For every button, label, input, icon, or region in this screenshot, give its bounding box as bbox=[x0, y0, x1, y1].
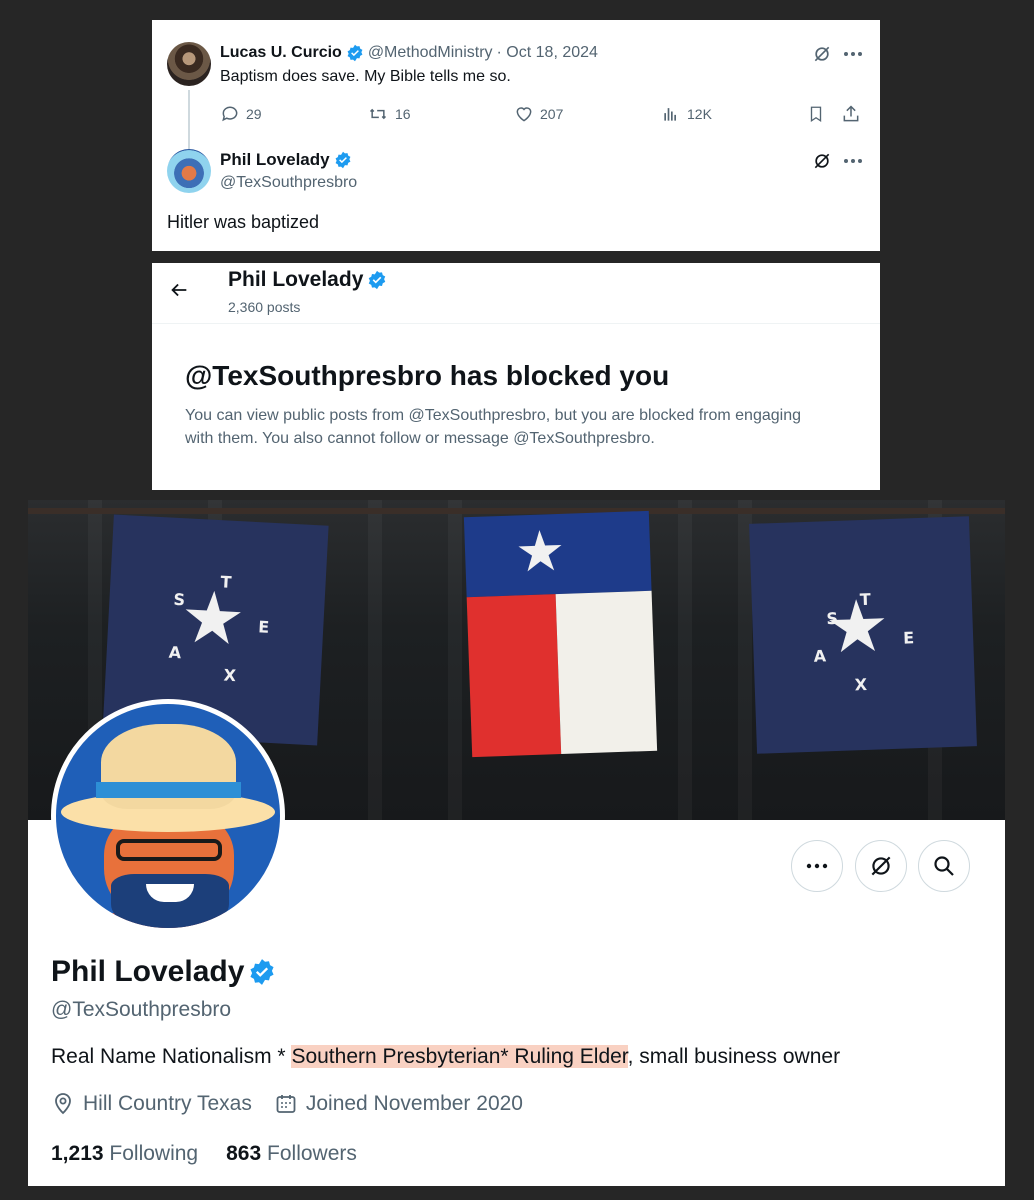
flag-letter: X bbox=[223, 665, 237, 686]
blocked-profile-header: Phil Lovelady bbox=[228, 268, 391, 292]
profile-avatar[interactable] bbox=[51, 699, 285, 933]
bio-prefix: Real Name Nationalism * bbox=[51, 1045, 292, 1068]
share-icon[interactable] bbox=[841, 104, 861, 124]
views-count: 12K bbox=[687, 106, 712, 122]
bookmark-icon[interactable] bbox=[806, 104, 826, 124]
grok-icon bbox=[871, 856, 891, 876]
lucas-avatar[interactable] bbox=[167, 42, 211, 86]
retweet-button[interactable]: 16 bbox=[367, 104, 411, 124]
posts-count: 2,360 posts bbox=[228, 299, 301, 315]
profile-name: Phil Lovelady bbox=[51, 955, 245, 988]
blocked-notice-panel: Phil Lovelady 2,360 posts @TexSouthpresb… bbox=[152, 263, 880, 490]
followers-label: Followers bbox=[267, 1142, 357, 1165]
verified-badge-icon bbox=[335, 151, 351, 169]
following-count: 1,213 bbox=[51, 1142, 104, 1165]
star-flag-right: ★ T E X A S bbox=[749, 516, 977, 754]
bio-highlight: Southern Presbyterian* Ruling Elder bbox=[291, 1045, 628, 1068]
back-arrow-icon[interactable] bbox=[168, 279, 190, 301]
grok-icon[interactable] bbox=[812, 44, 832, 64]
follow-stats: 1,213 Following 863 Followers bbox=[51, 1142, 357, 1166]
flag-letter: X bbox=[854, 674, 868, 695]
verified-badge-icon[interactable] bbox=[248, 958, 276, 986]
following-link[interactable]: 1,213 Following bbox=[51, 1142, 198, 1166]
profile-bio: Real Name Nationalism * Southern Presbyt… bbox=[51, 1045, 840, 1069]
search-button[interactable] bbox=[918, 840, 970, 892]
curtain-rod bbox=[28, 508, 1005, 514]
reply-icon bbox=[222, 106, 238, 122]
location-icon bbox=[55, 1093, 71, 1115]
bio-suffix: , small business owner bbox=[627, 1045, 841, 1068]
following-label: Following bbox=[109, 1142, 199, 1165]
verified-badge-icon bbox=[347, 44, 363, 62]
reply-count: 29 bbox=[246, 106, 262, 122]
blocked-profile-name: Phil Lovelady bbox=[228, 268, 364, 291]
tweet-author-name[interactable]: Lucas U. Curcio bbox=[220, 44, 342, 62]
more-button[interactable] bbox=[791, 840, 843, 892]
flag-letter: S bbox=[173, 589, 186, 610]
profile-handle: @TexSouthpresbro bbox=[51, 998, 232, 1021]
flag-letter: T bbox=[220, 572, 232, 592]
reply-button[interactable]: 29 bbox=[220, 104, 262, 124]
star-icon: ★ bbox=[514, 518, 567, 586]
views-icon bbox=[664, 108, 676, 121]
profile-panel: ★ T E X A S ★ ★ T E X A S Phil Lovelady … bbox=[28, 500, 1005, 1186]
search-icon bbox=[934, 856, 954, 876]
followers-count: 863 bbox=[226, 1142, 262, 1165]
tweet-author-handle[interactable]: @MethodMinistry bbox=[368, 44, 493, 62]
profile-meta: Hill Country Texas Joined November 2020 bbox=[51, 1092, 523, 1116]
profile-name-row: Phil Lovelady bbox=[51, 955, 280, 989]
phil-avatar-small[interactable] bbox=[167, 149, 211, 193]
grok-icon[interactable] bbox=[812, 151, 832, 171]
retweet-count: 16 bbox=[395, 106, 411, 122]
like-count: 207 bbox=[540, 106, 564, 122]
views-button[interactable]: 12K bbox=[661, 104, 712, 124]
reply-author-name[interactable]: Phil Lovelady bbox=[220, 150, 330, 170]
more-icon bbox=[806, 863, 828, 869]
reply-text: Hitler was baptized bbox=[167, 212, 320, 232]
location-item: Hill Country Texas bbox=[51, 1092, 252, 1116]
more-icon[interactable] bbox=[842, 151, 864, 171]
tweet-date[interactable]: · Oct 18, 2024 bbox=[497, 44, 598, 62]
more-icon[interactable] bbox=[842, 44, 864, 64]
star-icon: ★ bbox=[178, 574, 248, 662]
reply-header: Phil Lovelady bbox=[220, 150, 356, 170]
flag-letter: A bbox=[168, 642, 182, 663]
blocked-description: You can view public posts from @TexSouth… bbox=[185, 407, 801, 447]
joined-item: Joined November 2020 bbox=[274, 1092, 523, 1116]
flag-letter: A bbox=[813, 646, 827, 666]
header-divider bbox=[152, 323, 880, 324]
flag-letter: T bbox=[859, 589, 872, 610]
reply-author-handle[interactable]: @TexSouthpresbro bbox=[220, 174, 357, 192]
like-icon bbox=[516, 107, 532, 122]
tweet-header: Lucas U. Curcio @MethodMinistry · Oct 18… bbox=[220, 44, 598, 62]
flag-letter: E bbox=[902, 628, 915, 648]
tweet-text: Baptism does save. My Bible tells me so. bbox=[220, 68, 511, 85]
location-text: Hill Country Texas bbox=[83, 1092, 252, 1115]
verified-badge-icon bbox=[369, 270, 386, 290]
followers-link[interactable]: 863 Followers bbox=[226, 1142, 357, 1166]
joined-text: Joined November 2020 bbox=[305, 1092, 523, 1115]
like-button[interactable]: 207 bbox=[514, 104, 563, 124]
calendar-icon bbox=[276, 1095, 296, 1113]
texas-flag: ★ bbox=[463, 510, 658, 758]
blocked-title: @TexSouthpresbro has blocked you bbox=[185, 360, 670, 391]
flag-letter: E bbox=[257, 617, 270, 637]
grok-button[interactable] bbox=[855, 840, 907, 892]
retweet-icon bbox=[369, 108, 387, 120]
flag-letter: S bbox=[826, 608, 839, 629]
tweet-thread-panel: Lucas U. Curcio @MethodMinistry · Oct 18… bbox=[152, 20, 880, 251]
